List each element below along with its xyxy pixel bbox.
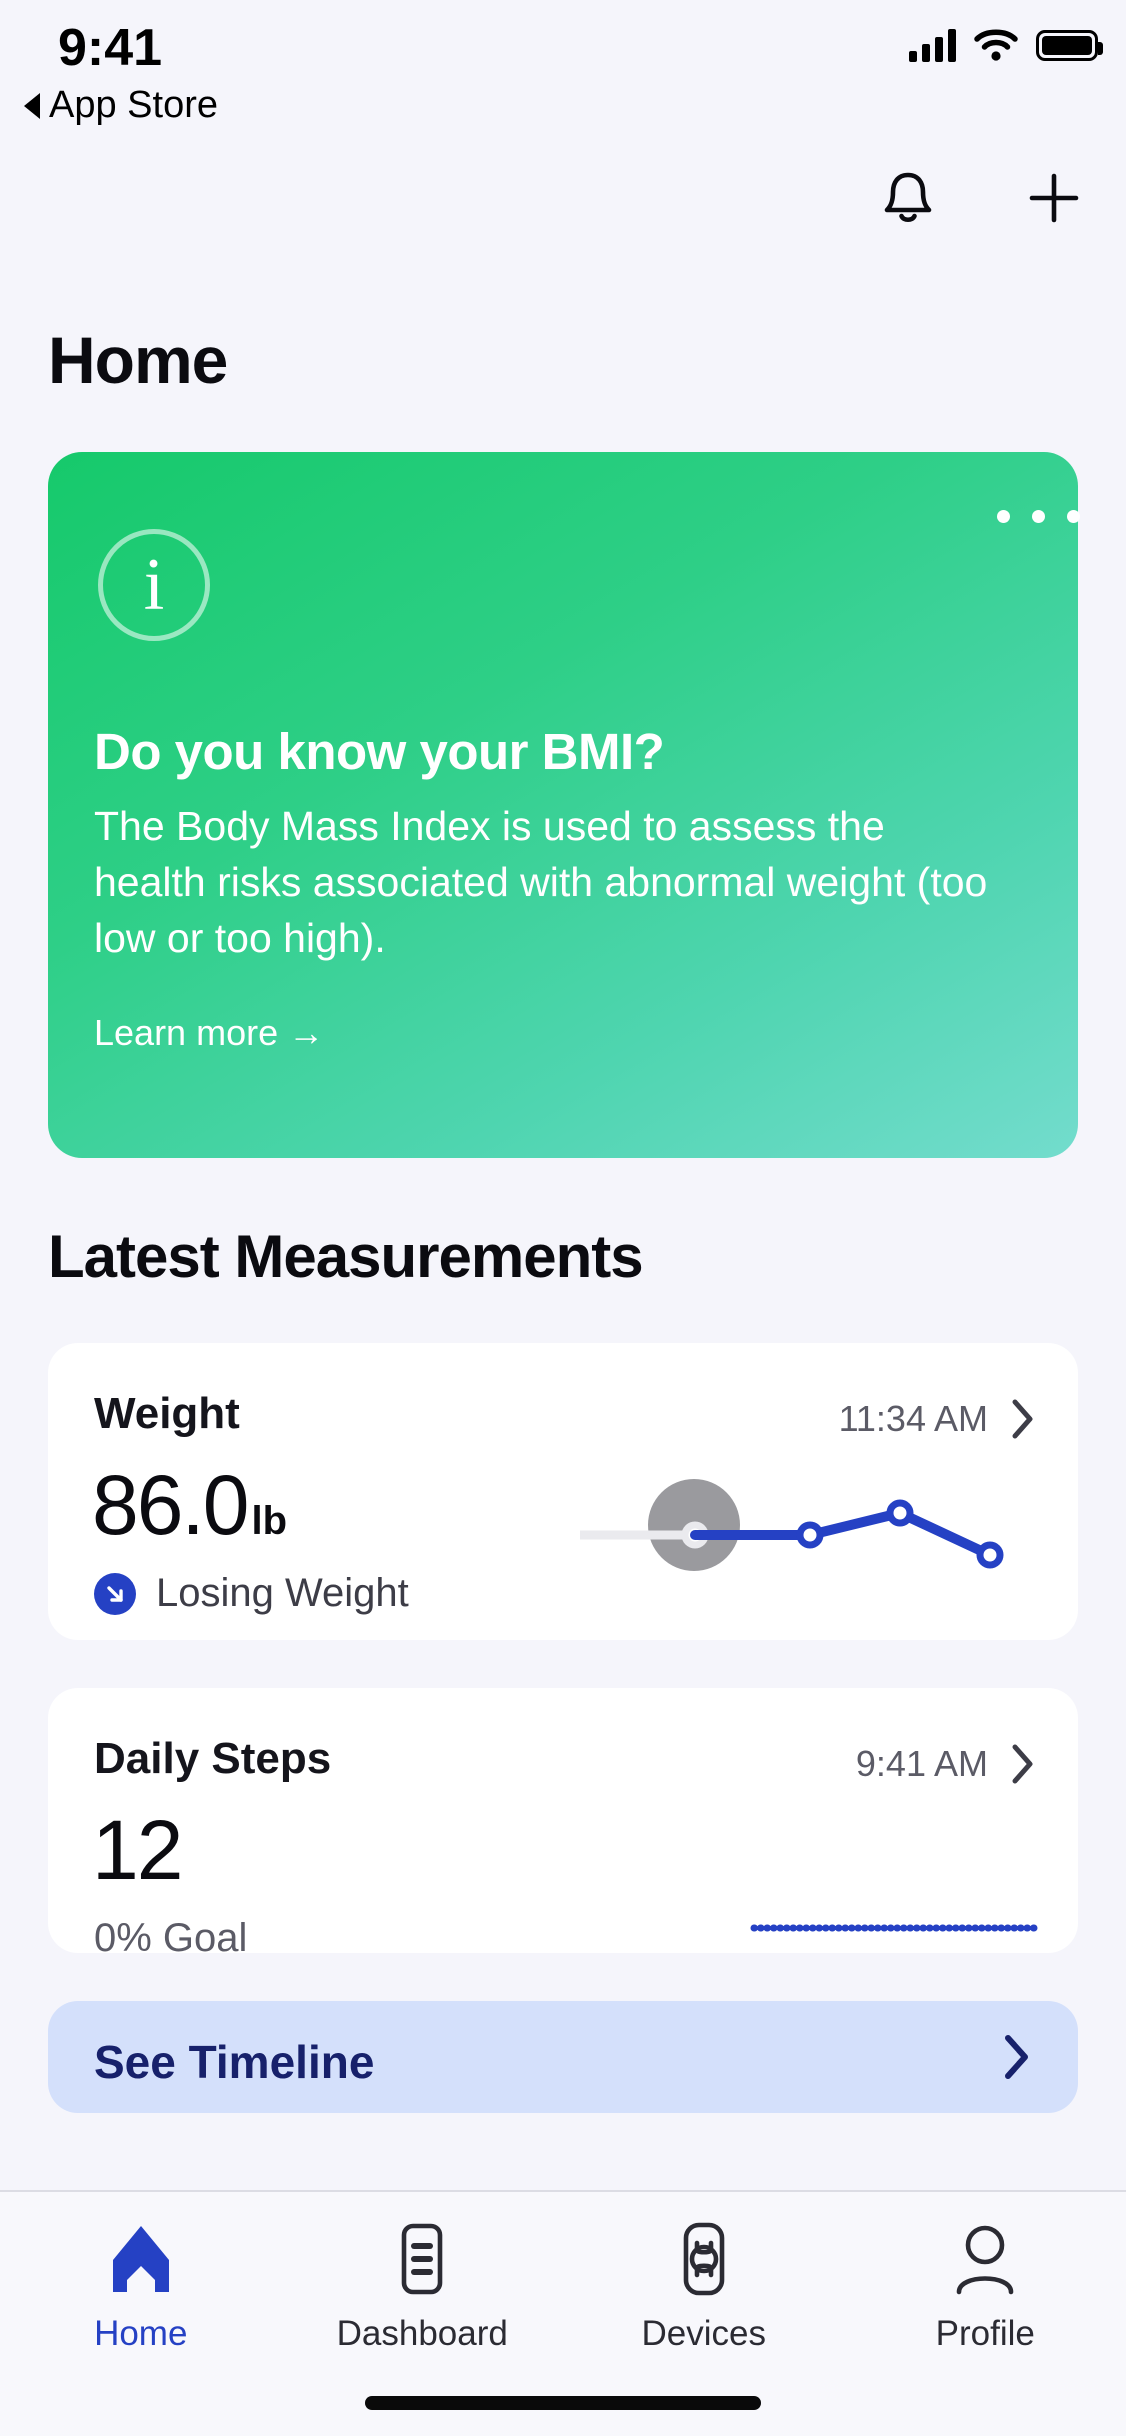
steps-goal-label: 0% Goal <box>94 1916 248 1960</box>
home-icon <box>112 2226 169 2292</box>
see-timeline-button[interactable]: See Timeline <box>48 2001 1078 2113</box>
measurement-card-weight[interactable]: Weight 11:34 AM 86.0 lb Losing Weight <box>48 1343 1078 1640</box>
card-label: Weight <box>94 1389 240 1438</box>
tab-label: Devices <box>641 2314 766 2353</box>
plus-icon[interactable] <box>1016 160 1092 236</box>
steps-value-group: 12 <box>92 1808 185 1892</box>
weight-unit: lb <box>251 1499 288 1543</box>
header-actions <box>870 160 1092 236</box>
wifi-icon <box>974 29 1018 61</box>
weight-trend-label: Losing Weight <box>156 1571 409 1615</box>
info-glyph: i <box>143 544 165 626</box>
card-header-right[interactable]: 11:34 AM <box>839 1397 1036 1441</box>
see-timeline-label: See Timeline <box>94 2036 375 2088</box>
card-timestamp: 9:41 AM <box>855 1743 988 1784</box>
steps-value: 12 <box>92 1803 183 1897</box>
back-to-app-store[interactable]: App Store <box>24 84 218 127</box>
tab-label: Dashboard <box>336 2314 508 2353</box>
card-label: Daily Steps <box>94 1734 332 1783</box>
promo-title: Do you know your BMI? <box>94 723 665 780</box>
dashboard-list-icon <box>401 2223 443 2295</box>
tab-label: Home <box>94 2314 188 2353</box>
weight-value-group: 86.0 lb <box>92 1463 287 1547</box>
page-title: Home <box>48 323 228 397</box>
steps-progress-bar <box>750 1924 1040 1932</box>
tab-dashboard[interactable]: Dashboard <box>282 2192 564 2382</box>
tab-profile[interactable]: Profile <box>845 2192 1126 2382</box>
status-bar-indicators <box>909 28 1103 62</box>
back-triangle-icon <box>24 92 40 119</box>
tab-devices[interactable]: Devices <box>563 2192 845 2382</box>
section-title-latest-measurements: Latest Measurements <box>48 1223 644 1290</box>
cellular-signal-icon <box>909 28 956 62</box>
battery-icon <box>1036 29 1103 61</box>
status-bar: 9:41 App Store <box>0 0 1126 130</box>
chevron-right-icon <box>1005 2035 1028 2079</box>
card-timestamp: 11:34 AM <box>838 1398 988 1439</box>
chevron-right-icon[interactable] <box>1010 1742 1036 1786</box>
back-label: App Store <box>49 84 218 126</box>
smartwatch-icon <box>683 2222 725 2296</box>
weight-sparkline-chart <box>580 1499 1004 1569</box>
arrow-down-right-icon <box>94 1572 136 1615</box>
bottom-tab-bar: Home Dashboard Devices Profile <box>0 2190 1126 2436</box>
chevron-right-icon[interactable] <box>1010 1397 1036 1441</box>
home-indicator <box>365 2396 761 2410</box>
person-icon <box>956 2225 1014 2295</box>
weight-value: 86.0 <box>92 1458 249 1552</box>
more-horizontal-icon[interactable] <box>997 510 1080 523</box>
weight-trend: Losing Weight <box>94 1571 409 1616</box>
card-header-right[interactable]: 9:41 AM <box>856 1742 1036 1786</box>
promo-body: The Body Mass Index is used to assess th… <box>94 803 988 962</box>
info-icon: i <box>98 529 210 641</box>
bell-icon[interactable] <box>870 160 946 236</box>
tab-label: Profile <box>935 2314 1035 2353</box>
status-bar-time: 9:41 <box>58 19 163 77</box>
tab-home[interactable]: Home <box>0 2192 282 2382</box>
learn-more-link[interactable]: Learn more → <box>94 1012 324 1054</box>
measurement-card-daily-steps[interactable]: Daily Steps 9:41 AM 12 0% Goal <box>48 1688 1078 1960</box>
